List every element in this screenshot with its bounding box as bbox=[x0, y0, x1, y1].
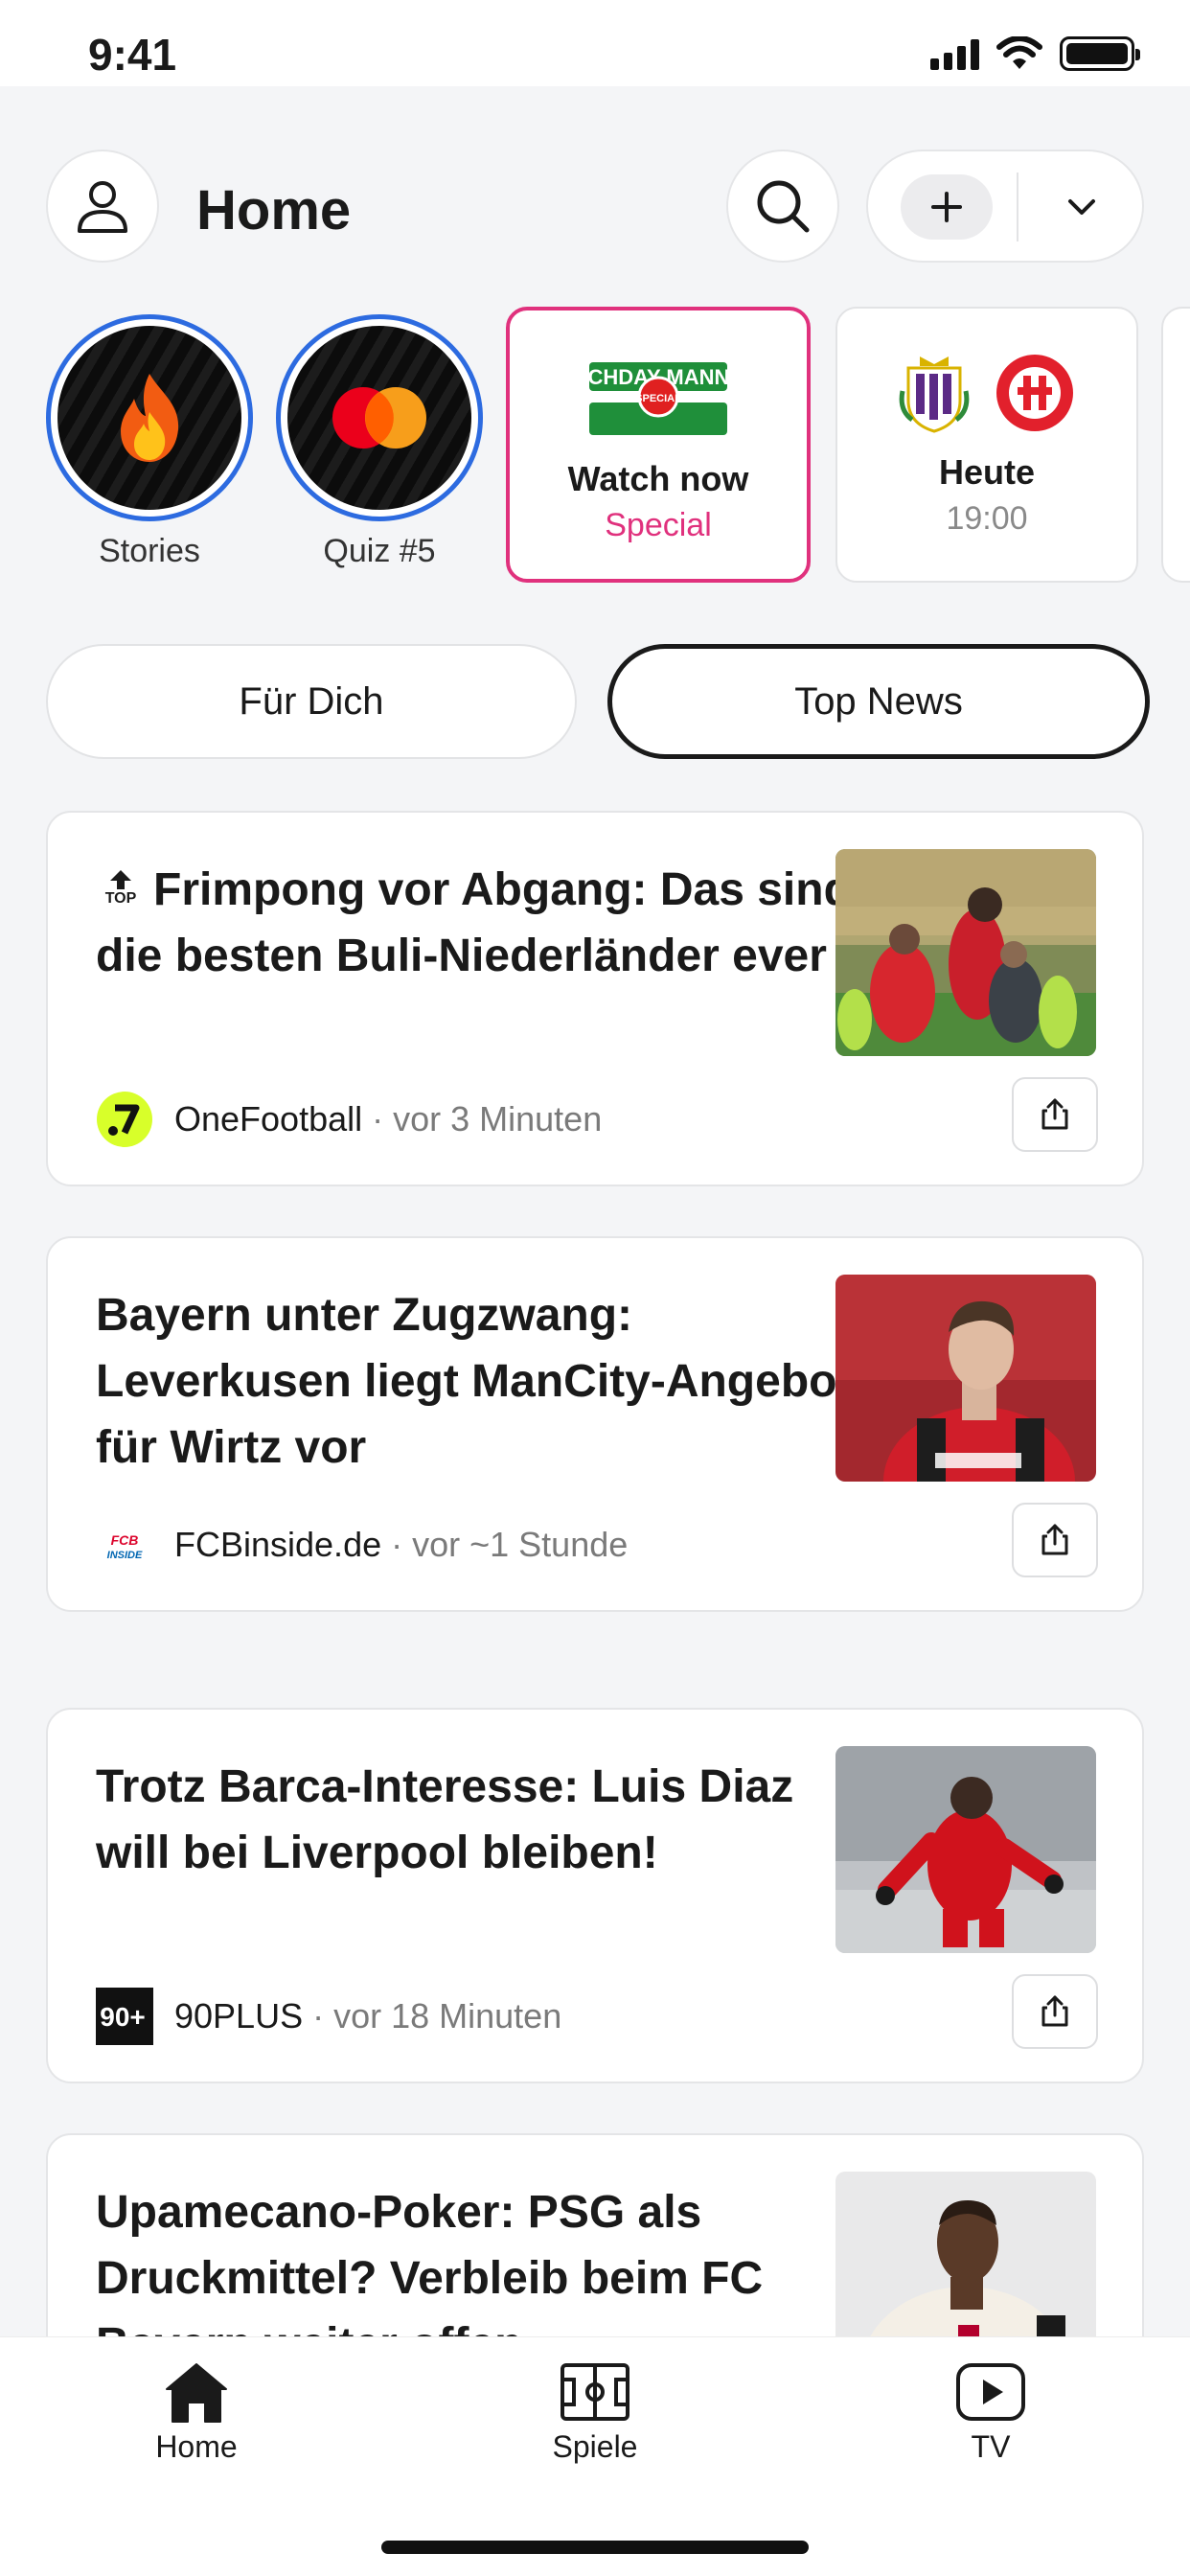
status-icons bbox=[930, 36, 1140, 71]
dropdown-button[interactable] bbox=[1039, 172, 1125, 242]
nav-home[interactable]: Home bbox=[81, 2360, 311, 2465]
share-button[interactable] bbox=[1012, 1974, 1098, 2049]
story-label: Quiz #5 bbox=[323, 533, 436, 569]
status-time: 9:41 bbox=[88, 30, 177, 80]
article-image bbox=[835, 1275, 1096, 1482]
home-icon bbox=[166, 2363, 227, 2423]
arrow-up-icon bbox=[110, 870, 131, 890]
diaz-photo bbox=[835, 1746, 1096, 1953]
battery-icon bbox=[1060, 36, 1140, 71]
article-source: 90+ 90PLUS · vor 18 Minuten bbox=[96, 1988, 561, 2045]
divider bbox=[1017, 172, 1018, 242]
source-name: FCBinside.de bbox=[174, 1525, 382, 1564]
match-time: 19:00 bbox=[946, 500, 1028, 537]
onefootball-logo bbox=[96, 1091, 153, 1148]
wirtz-photo bbox=[835, 1275, 1096, 1482]
promo-title: Watch now bbox=[567, 459, 749, 498]
source-name: OneFootball bbox=[174, 1099, 363, 1138]
home-indicator bbox=[381, 2541, 809, 2554]
bottom-nav: Home Spiele TV bbox=[0, 2336, 1190, 2576]
share-icon bbox=[1041, 1098, 1068, 1130]
article-source: OneFootball · vor 3 Minuten bbox=[96, 1091, 602, 1148]
story-stories[interactable]: Stories bbox=[46, 314, 253, 570]
tab-top-news[interactable]: Top News bbox=[607, 644, 1150, 759]
header-action-group bbox=[866, 150, 1144, 263]
user-icon bbox=[78, 181, 127, 233]
share-button[interactable] bbox=[1012, 1077, 1098, 1152]
nav-label: Home bbox=[155, 2429, 238, 2464]
play-icon bbox=[956, 2363, 1025, 2421]
chevron-down-icon bbox=[1068, 199, 1095, 215]
match-crests bbox=[837, 353, 1136, 433]
special-badge: SPECIAL bbox=[635, 393, 681, 404]
valladolid-crest-icon bbox=[899, 356, 970, 433]
90plus-logo: 90+ bbox=[96, 1988, 153, 2045]
status-bar: 9:41 bbox=[0, 0, 1190, 86]
signal-icon bbox=[930, 37, 979, 70]
plus-icon bbox=[931, 192, 962, 222]
page-title: Home bbox=[196, 179, 352, 242]
article-image bbox=[835, 849, 1096, 1056]
stories-row: Stories Quiz #5 MATCHDAY MANNERS SPECIAL… bbox=[0, 307, 1190, 594]
girona-crest-icon bbox=[996, 355, 1073, 431]
share-icon bbox=[1041, 1524, 1068, 1555]
article-title-text: Frimpong vor Abgang: Das sind die besten… bbox=[96, 864, 852, 981]
source-time: · vor 3 Minuten bbox=[372, 1099, 603, 1138]
leverkusen-celebration-photo bbox=[835, 849, 1096, 1056]
tab-fuer-dich[interactable]: Für Dich bbox=[46, 644, 577, 759]
matchday-manners-logo: MATCHDAY MANNERS SPECIAL bbox=[543, 362, 773, 435]
promo-card-matchday[interactable]: MATCHDAY MANNERS SPECIAL Watch now Speci… bbox=[506, 307, 811, 583]
nav-label: TV bbox=[971, 2429, 1011, 2464]
top-badge-label: TOP bbox=[104, 890, 137, 908]
search-icon bbox=[757, 180, 810, 233]
fcb-logo-text: FCB bbox=[111, 1532, 139, 1548]
match-day-label: Heute bbox=[938, 452, 1036, 492]
fire-icon bbox=[121, 374, 179, 462]
article-card[interactable]: Trotz Barca-Interesse: Luis Diaz will be… bbox=[46, 1708, 1144, 2083]
promo-subtitle: Special bbox=[605, 507, 712, 543]
90plus-logo-text: 90+ bbox=[100, 2002, 146, 2032]
pitch-icon bbox=[561, 2363, 629, 2421]
share-icon bbox=[1041, 1995, 1068, 2027]
mastercard-logo bbox=[332, 387, 426, 448]
source-time: · vor ~1 Stunde bbox=[391, 1525, 629, 1564]
nav-spiele[interactable]: Spiele bbox=[480, 2360, 710, 2465]
header: Home bbox=[0, 144, 1190, 268]
article-title: Bayern unter Zugzwang: Leverkusen liegt … bbox=[96, 1290, 853, 1473]
article-source: FCB INSIDE FCBinside.de · vor ~1 Stunde bbox=[96, 1516, 628, 1574]
article-card[interactable]: Bayern unter Zugzwang: Leverkusen liegt … bbox=[46, 1236, 1144, 1612]
fcbinside-logo: FCB INSIDE bbox=[96, 1516, 153, 1574]
promo-card-match[interactable]: Heute 19:00 bbox=[835, 307, 1138, 583]
promo-card-partial[interactable] bbox=[1161, 307, 1190, 583]
nav-tv[interactable]: TV bbox=[876, 2360, 1106, 2465]
story-ring bbox=[46, 314, 253, 521]
article-image bbox=[835, 1746, 1096, 1953]
story-thumbnail bbox=[287, 326, 471, 510]
top-badge: TOP bbox=[96, 869, 146, 908]
inside-logo-text: INSIDE bbox=[107, 1550, 143, 1561]
article-card[interactable]: TOP Frimpong vor Abgang: Das sind die be… bbox=[46, 811, 1144, 1186]
story-ring bbox=[276, 314, 483, 521]
story-thumbnail bbox=[57, 326, 241, 510]
add-button[interactable] bbox=[901, 174, 993, 240]
nav-label: Spiele bbox=[552, 2429, 638, 2464]
share-button[interactable] bbox=[1012, 1503, 1098, 1577]
story-label: Stories bbox=[99, 533, 200, 569]
source-time: · vor 18 Minuten bbox=[312, 1996, 562, 2036]
wifi-icon bbox=[996, 36, 1042, 69]
article-title: TOP Frimpong vor Abgang: Das sind die be… bbox=[96, 857, 853, 989]
article-title: Trotz Barca-Interesse: Luis Diaz will be… bbox=[96, 1761, 794, 1878]
search-button[interactable] bbox=[726, 150, 839, 263]
profile-button[interactable] bbox=[46, 150, 159, 263]
story-quiz[interactable]: Quiz #5 bbox=[276, 314, 483, 570]
source-name: 90PLUS bbox=[174, 1996, 304, 2036]
